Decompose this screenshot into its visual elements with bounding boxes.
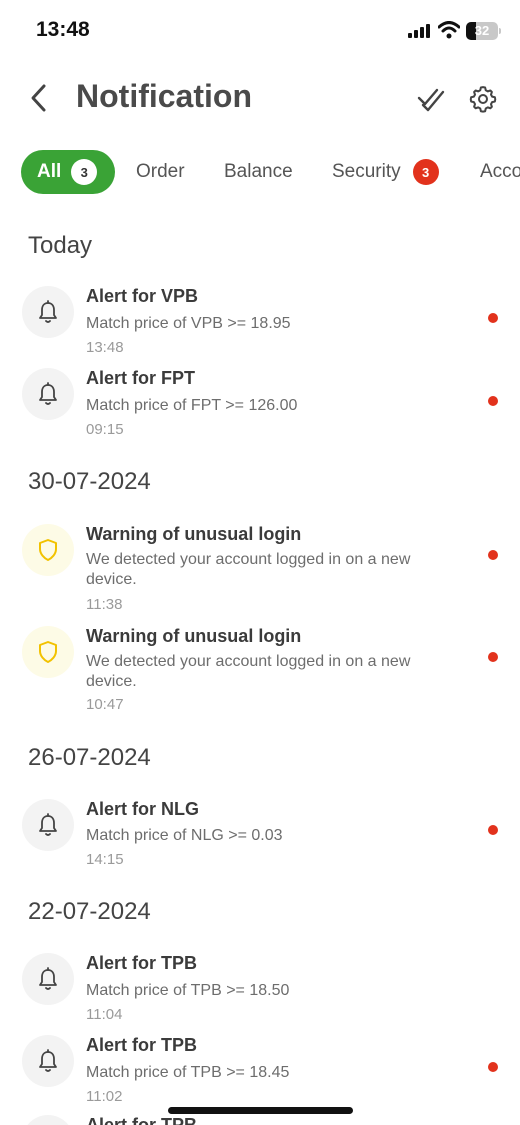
battery-tip — [499, 28, 501, 34]
tab-order[interactable]: Order — [136, 150, 185, 194]
unread-dot — [488, 1062, 498, 1072]
bell-icon — [22, 953, 74, 1005]
tab-label: Balance — [224, 161, 293, 182]
tab-all[interactable]: All 3 — [21, 150, 115, 194]
settings-button[interactable] — [466, 82, 500, 116]
battery-level: 32 — [474, 23, 490, 38]
notification-title: Alert for TPB — [86, 1035, 198, 1055]
bell-icon — [22, 799, 74, 851]
notification-title: Alert for FPT — [86, 368, 196, 388]
home-indicator — [168, 1107, 353, 1114]
wifi-icon — [437, 21, 461, 44]
notification-time: 11:38 — [86, 596, 123, 613]
category-tabs: All 3 Order Balance Security 3 Acco — [0, 150, 520, 194]
notification-title: Warning of unusual login — [86, 626, 302, 646]
section-date-header: 30-07-2024 — [28, 468, 151, 495]
unread-dot — [488, 652, 498, 662]
notification-body: Match price of NLG >= 0.03 — [86, 827, 283, 844]
notification-title: Alert for TPB — [86, 1115, 198, 1125]
notification-title: Alert for VPB — [86, 286, 199, 306]
notification-time: 11:02 — [86, 1088, 123, 1105]
security-count-badge: 3 — [412, 159, 439, 185]
tab-label: Acco — [480, 161, 520, 182]
notification-screen: 13:48 32 Notification All 3 Order Balanc… — [0, 0, 520, 1125]
tab-balance[interactable]: Balance — [224, 150, 293, 194]
status-bar: 13:48 32 — [0, 0, 520, 60]
status-time: 13:48 — [36, 18, 90, 41]
notification-body: We detected your account logged in on a … — [86, 551, 411, 588]
notification-body: We detected your account logged in on a … — [86, 653, 411, 690]
unread-dot — [488, 396, 498, 406]
notification-body: Match price of TPB >= 18.45 — [86, 1064, 290, 1081]
back-chevron-icon — [31, 84, 46, 112]
notification-time: 09:15 — [86, 421, 124, 438]
section-date-header: 26-07-2024 — [28, 744, 151, 771]
bell-icon — [22, 1035, 74, 1087]
tab-label: All — [37, 161, 62, 182]
tab-security[interactable]: Security 3 — [332, 150, 439, 194]
notification-time: 14:15 — [86, 851, 124, 868]
page-title: Notification — [76, 78, 252, 114]
notification-body: Match price of TPB >= 18.50 — [86, 982, 290, 999]
notification-time: 10:47 — [86, 696, 124, 713]
back-button[interactable] — [22, 80, 56, 116]
tab-label: Order — [136, 161, 185, 182]
header: Notification — [0, 70, 520, 126]
battery-icon: 32 — [466, 22, 498, 40]
shield-icon — [22, 524, 74, 576]
bell-icon — [22, 1115, 74, 1125]
double-check-icon — [417, 88, 445, 112]
tab-account[interactable]: Acco — [480, 150, 520, 194]
bell-icon — [22, 368, 74, 420]
notification-title: Alert for NLG — [86, 799, 200, 819]
mark-all-read-button[interactable] — [414, 82, 448, 116]
unread-count-badge: 3 — [71, 159, 98, 185]
signal-icon — [408, 24, 432, 43]
notification-body: Match price of VPB >= 18.95 — [86, 315, 291, 332]
gear-icon — [469, 86, 497, 113]
section-date-header: Today — [28, 232, 93, 259]
notification-body: Match price of FPT >= 126.00 — [86, 397, 298, 414]
notification-title: Warning of unusual login — [86, 524, 302, 544]
unread-dot — [488, 825, 498, 835]
bell-icon — [22, 286, 74, 338]
tab-label: Security — [332, 161, 401, 182]
unread-dot — [488, 550, 498, 560]
notification-time: 13:48 — [86, 339, 124, 356]
notification-title: Alert for TPB — [86, 953, 198, 973]
unread-dot — [488, 313, 498, 323]
shield-icon — [22, 626, 74, 678]
notification-time: 11:04 — [86, 1006, 123, 1023]
section-date-header: 22-07-2024 — [28, 898, 151, 925]
